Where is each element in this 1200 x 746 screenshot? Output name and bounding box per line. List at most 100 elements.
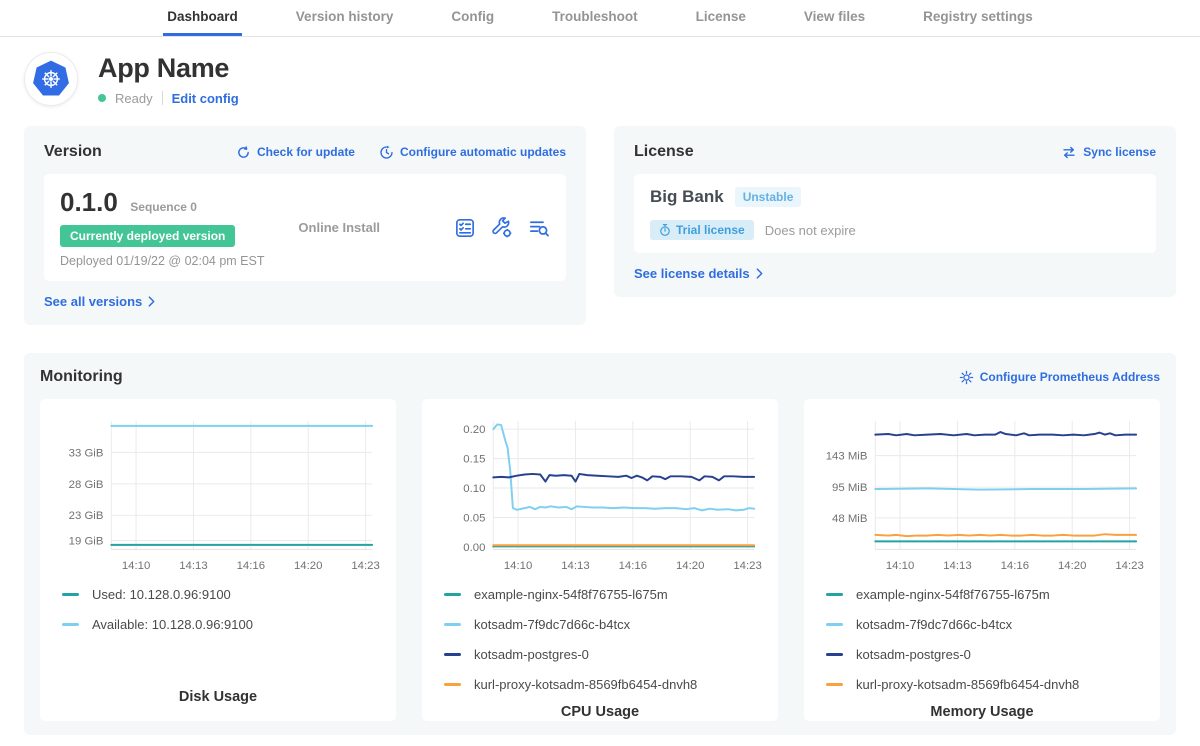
ready-status-dot xyxy=(98,94,106,102)
series-color-dash xyxy=(826,623,843,626)
see-license-details-link[interactable]: See license details xyxy=(634,266,763,281)
legend-label: kotsadm-7f9dc7d66c-b4tcx xyxy=(474,617,630,632)
version-panel-title: Version xyxy=(44,143,102,161)
edit-config-link[interactable]: Edit config xyxy=(172,91,239,106)
install-type-label: Online Install xyxy=(298,220,380,235)
svg-text:14:13: 14:13 xyxy=(943,560,971,572)
chart-title: Memory Usage xyxy=(818,692,1146,720)
legend-label: Used: 10.128.0.96:9100 xyxy=(92,587,231,602)
series-color-dash xyxy=(826,683,843,686)
configure-prometheus-button[interactable]: Configure Prometheus Address xyxy=(959,370,1160,385)
preflight-checks-icon[interactable] xyxy=(454,217,476,239)
app-status-text: Ready xyxy=(115,91,153,106)
legend-label: example-nginx-54f8f76755-l675m xyxy=(856,587,1050,602)
channel-badge: Unstable xyxy=(735,187,802,207)
svg-text:14:23: 14:23 xyxy=(733,560,761,572)
tab-dashboard[interactable]: Dashboard xyxy=(163,0,242,36)
disk-usage-card: 14:10 14:13 14:16 14:20 14:23 33 GiB 28 GiB 23 … xyxy=(40,399,396,721)
svg-text:0.20: 0.20 xyxy=(463,424,485,436)
tab-view-files[interactable]: View files xyxy=(800,0,869,36)
license-panel: License Sync license Big Bank Unstable T… xyxy=(614,126,1176,297)
svg-text:14:10: 14:10 xyxy=(504,560,532,572)
version-number: 0.1.0 xyxy=(60,187,118,217)
license-expiration: Does not expire xyxy=(765,223,856,238)
divider xyxy=(162,91,163,105)
deploy-logs-icon[interactable] xyxy=(528,217,550,239)
sync-license-button[interactable]: Sync license xyxy=(1061,145,1156,159)
legend-item: kurl-proxy-kotsadm-8569fb6454-dnvh8 xyxy=(444,677,756,692)
svg-text:14:23: 14:23 xyxy=(1115,560,1143,572)
tab-version-history[interactable]: Version history xyxy=(292,0,398,36)
svg-text:28 GiB: 28 GiB xyxy=(69,479,104,491)
check-for-update-button[interactable]: Check for update xyxy=(236,145,355,160)
app-name-title: App Name xyxy=(98,53,239,84)
legend-label: kotsadm-7f9dc7d66c-b4tcx xyxy=(856,617,1012,632)
chart-title: CPU Usage xyxy=(436,692,764,720)
svg-text:14:16: 14:16 xyxy=(1001,560,1029,572)
svg-text:14:16: 14:16 xyxy=(619,560,647,572)
cpu-usage-chart: 14:10 14:13 14:16 14:20 14:23 0.20 0.15 0.10 0.0… xyxy=(436,411,764,577)
series-color-dash xyxy=(444,623,461,626)
svg-text:14:16: 14:16 xyxy=(237,560,265,572)
series-color-dash xyxy=(62,593,79,596)
svg-text:14:13: 14:13 xyxy=(179,560,207,572)
legend-item: example-nginx-54f8f76755-l675m xyxy=(444,587,756,602)
legend-item: kotsadm-7f9dc7d66c-b4tcx xyxy=(826,617,1138,632)
check-for-update-label: Check for update xyxy=(257,145,355,159)
tab-registry-settings[interactable]: Registry settings xyxy=(919,0,1037,36)
top-nav: Dashboard Version history Config Trouble… xyxy=(0,0,1200,37)
svg-text:23 GiB: 23 GiB xyxy=(69,510,104,522)
memory-usage-chart: 14:1014:1314:1614:2014:23143 MiB95 MiB48… xyxy=(818,411,1146,577)
svg-text:14:20: 14:20 xyxy=(1058,560,1086,572)
version-panel: Version Check for update Configure autom… xyxy=(24,126,586,325)
series-color-dash xyxy=(826,653,843,656)
customer-name: Big Bank xyxy=(650,187,724,207)
svg-text:143 MiB: 143 MiB xyxy=(826,451,868,463)
configure-automatic-updates-button[interactable]: Configure automatic updates xyxy=(379,145,566,160)
svg-text:14:20: 14:20 xyxy=(676,560,704,572)
legend-item: Available: 10.128.0.96:9100 xyxy=(62,617,374,632)
configure-prometheus-label: Configure Prometheus Address xyxy=(980,370,1160,384)
sync-license-label: Sync license xyxy=(1083,145,1156,159)
svg-text:14:23: 14:23 xyxy=(351,560,379,572)
svg-text:14:13: 14:13 xyxy=(561,560,589,572)
trial-license-badge: Trial license xyxy=(650,220,754,240)
series-color-dash xyxy=(826,593,843,596)
deployed-timestamp: Deployed 01/19/22 @ 02:04 pm EST xyxy=(60,254,264,268)
svg-text:95 MiB: 95 MiB xyxy=(832,482,867,494)
see-all-versions-link[interactable]: See all versions xyxy=(44,294,155,309)
legend-label: Available: 10.128.0.96:9100 xyxy=(92,617,253,632)
see-license-details-label: See license details xyxy=(634,266,750,281)
deployed-version-badge: Currently deployed version xyxy=(60,225,235,247)
svg-text:14:10: 14:10 xyxy=(122,560,150,572)
cpu-usage-card: 14:10 14:13 14:16 14:20 14:23 0.20 0.15 0.10 0.0… xyxy=(422,399,778,721)
series-color-dash xyxy=(62,623,79,626)
see-all-versions-label: See all versions xyxy=(44,294,142,309)
svg-text:0.15: 0.15 xyxy=(463,454,485,466)
sync-arrows-icon xyxy=(1061,146,1077,159)
edit-config-wrench-icon[interactable] xyxy=(491,217,513,239)
tab-license[interactable]: License xyxy=(692,0,750,36)
app-header: App Name Ready Edit config xyxy=(0,37,1200,112)
stopwatch-icon xyxy=(659,223,671,237)
memory-usage-card: 14:1014:1314:1614:2014:23143 MiB95 MiB48… xyxy=(804,399,1160,721)
legend-label: kotsadm-postgres-0 xyxy=(474,647,589,662)
svg-text:14:10: 14:10 xyxy=(886,560,914,572)
svg-text:33 GiB: 33 GiB xyxy=(69,447,104,459)
legend-item: kurl-proxy-kotsadm-8569fb6454-dnvh8 xyxy=(826,677,1138,692)
monitoring-section: Monitoring Configure Prometheus Address … xyxy=(24,353,1176,735)
legend-label: example-nginx-54f8f76755-l675m xyxy=(474,587,668,602)
tab-troubleshoot[interactable]: Troubleshoot xyxy=(548,0,642,36)
legend-label: kurl-proxy-kotsadm-8569fb6454-dnvh8 xyxy=(474,677,697,692)
svg-text:0.00: 0.00 xyxy=(463,542,485,554)
kubernetes-logo xyxy=(24,52,78,106)
svg-text:0.05: 0.05 xyxy=(463,512,485,524)
tab-config[interactable]: Config xyxy=(447,0,498,36)
series-color-dash xyxy=(444,593,461,596)
monitoring-title: Monitoring xyxy=(40,368,123,386)
series-color-dash xyxy=(444,653,461,656)
svg-text:14:20: 14:20 xyxy=(294,560,322,572)
svg-text:0.10: 0.10 xyxy=(463,483,485,495)
legend-label: kotsadm-postgres-0 xyxy=(856,647,971,662)
legend-label: kurl-proxy-kotsadm-8569fb6454-dnvh8 xyxy=(856,677,1079,692)
